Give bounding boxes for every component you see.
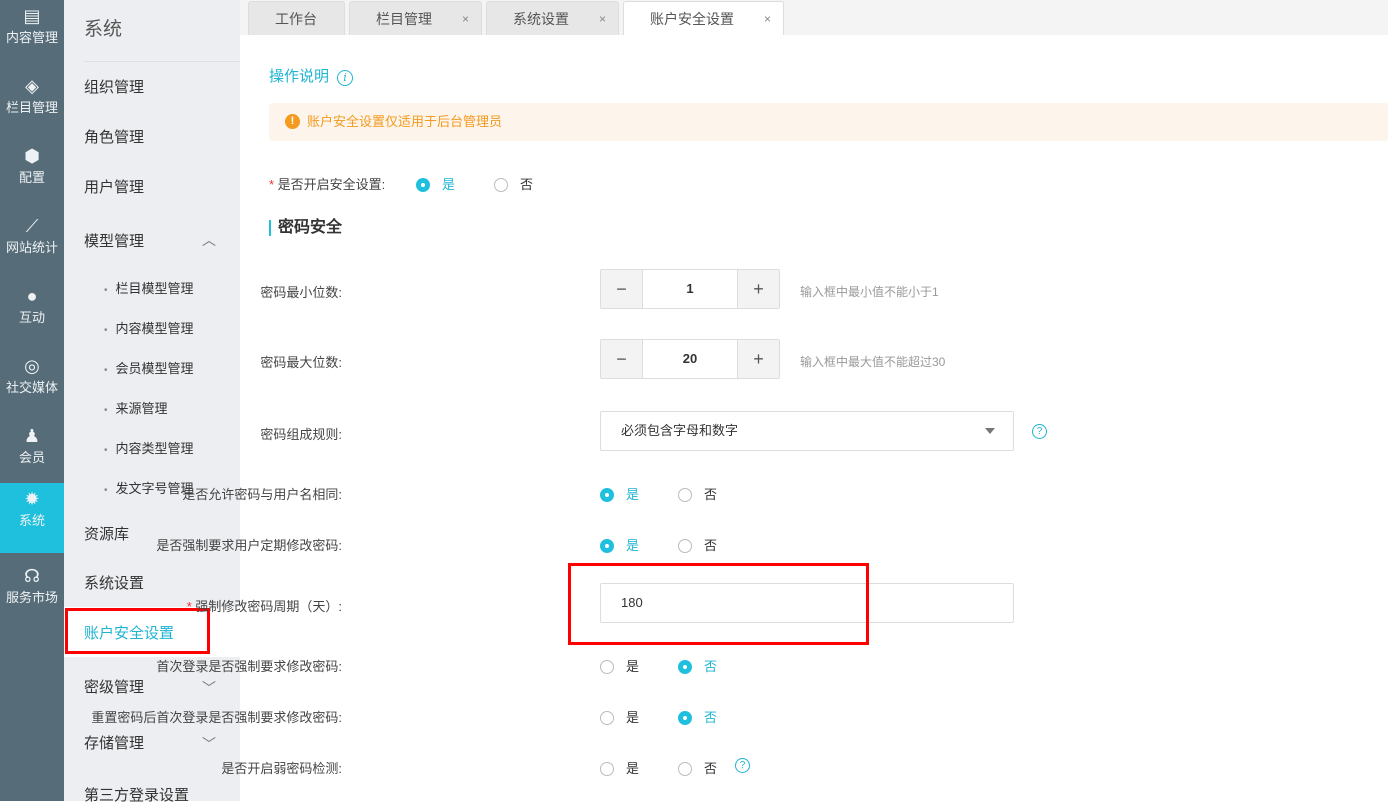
chevron-down-icon[interactable]: ﹀ bbox=[202, 678, 216, 698]
layers-icon: ◈ bbox=[25, 76, 39, 96]
icon-rail: ▤ 内容管理 ◈ 栏目管理 ⬢ 配置 ⟋ 网站统计 ● 互动 ◎ 社交媒体 ♟ 会员 ✹ 系统 … bbox=[0, 0, 64, 801]
period-label: * 强制修改密码周期（天）: bbox=[186, 599, 342, 614]
headset-icon: ☊ bbox=[24, 566, 40, 586]
sidebar-item-org[interactable]: 组织管理 bbox=[84, 76, 144, 97]
info-icon: i bbox=[337, 70, 354, 86]
sidebar-item-storage[interactable]: 存储管理 bbox=[84, 732, 144, 753]
force-change-label: 是否强制要求用户定期修改密码: bbox=[156, 538, 342, 553]
help-link[interactable]: 操作说明 i bbox=[269, 65, 354, 86]
warning-icon: ! bbox=[285, 114, 300, 129]
rail-social[interactable]: ◎ 社交媒体 bbox=[0, 350, 64, 420]
tab-system-settings[interactable]: 系统设置 × bbox=[486, 1, 619, 35]
sidebar-subitem[interactable]: 来源管理 bbox=[104, 398, 168, 417]
force-yes-radio[interactable]: 是 bbox=[600, 535, 639, 554]
enable-no-radio[interactable]: 否 bbox=[494, 174, 533, 193]
min-length-hint: 输入框中最小值不能小于1 bbox=[800, 285, 939, 299]
rail-stats[interactable]: ⟋ 网站统计 bbox=[0, 210, 64, 280]
tab-bar: 工作台 栏目管理 × 系统设置 × 账户安全设置 × bbox=[240, 0, 1388, 35]
member-icon: ♟ bbox=[23, 426, 41, 446]
chevron-up-icon[interactable]: ︿ bbox=[202, 230, 216, 250]
notice-banner: ! 账户安全设置仅适用于后台管理员 bbox=[269, 103, 1388, 141]
sidebar-subitem[interactable]: 内容模型管理 bbox=[104, 318, 194, 337]
sidebar-item-user[interactable]: 用户管理 bbox=[84, 176, 144, 197]
box-icon: ⬢ bbox=[24, 146, 40, 166]
max-length-input[interactable]: 20 bbox=[642, 340, 738, 378]
plus-button[interactable]: + bbox=[738, 340, 779, 378]
sidebar-subitem[interactable]: 会员模型管理 bbox=[104, 358, 194, 377]
close-icon[interactable]: × bbox=[599, 2, 606, 36]
max-length-label: 密码最大位数: bbox=[260, 355, 342, 370]
force-no-radio[interactable]: 否 bbox=[678, 535, 717, 554]
sidebar-item-system-settings[interactable]: 系统设置 bbox=[84, 572, 144, 593]
same-username-label: 是否允许密码与用户名相同: bbox=[182, 487, 342, 502]
tab-columns[interactable]: 栏目管理 × bbox=[349, 1, 482, 35]
tab-account-security[interactable]: 账户安全设置 × bbox=[623, 1, 784, 35]
rail-market[interactable]: ☊ 服务市场 bbox=[0, 560, 64, 630]
main-content: 操作说明 i ! 账户安全设置仅适用于后台管理员 * 是否开启安全设置: 是 否 密… bbox=[91, 35, 1388, 801]
chevron-down-icon[interactable]: ﹀ bbox=[202, 734, 216, 754]
plus-button[interactable]: + bbox=[738, 270, 779, 308]
max-length-hint: 输入框中最大值不能超过30 bbox=[800, 355, 946, 369]
section-title: 密码安全 bbox=[269, 220, 342, 236]
close-icon[interactable]: × bbox=[764, 2, 771, 36]
min-length-stepper[interactable]: −1 + bbox=[600, 269, 780, 309]
weak-yes-radio[interactable]: 是 bbox=[600, 758, 639, 777]
chart-icon: ⟋ bbox=[25, 216, 39, 236]
enable-yes-radio[interactable]: 是 bbox=[416, 174, 455, 193]
tab-workbench[interactable]: 工作台 bbox=[248, 1, 345, 35]
weak-no-radio[interactable]: 否 bbox=[678, 758, 717, 777]
sidebar-item-model[interactable]: 模型管理 bbox=[84, 230, 144, 251]
enable-label: * 是否开启安全设置: bbox=[269, 177, 386, 192]
minus-button[interactable]: − bbox=[601, 340, 642, 378]
sidebar-item-resources[interactable]: 资源库 bbox=[84, 523, 129, 544]
divider bbox=[84, 61, 240, 62]
sidebar-subitem[interactable]: 栏目模型管理 bbox=[104, 278, 194, 297]
caret-down-icon bbox=[985, 428, 995, 439]
min-length-input[interactable]: 1 bbox=[642, 270, 738, 308]
sidebar-title: 系统 bbox=[84, 19, 123, 40]
close-icon[interactable]: × bbox=[462, 2, 469, 36]
rail-columns[interactable]: ◈ 栏目管理 bbox=[0, 70, 64, 140]
reset-login-label: 重置密码后首次登录是否强制要求修改密码: bbox=[91, 710, 342, 725]
rail-config[interactable]: ⬢ 配置 bbox=[0, 140, 64, 210]
highlight-box bbox=[568, 563, 869, 645]
rail-member[interactable]: ♟ 会员 bbox=[0, 420, 64, 490]
rail-interact[interactable]: ● 互动 bbox=[0, 280, 64, 350]
document-icon: ▤ bbox=[23, 6, 41, 26]
help-icon[interactable]: ? bbox=[1032, 424, 1047, 439]
sidebar-subitem[interactable]: 内容类型管理 bbox=[104, 438, 194, 457]
minus-button[interactable]: − bbox=[601, 270, 642, 308]
gear-icon: ✹ bbox=[24, 489, 40, 509]
reset-no-radio[interactable]: 否 bbox=[678, 707, 717, 726]
rule-select[interactable]: 必须包含字母和数字 bbox=[600, 411, 1014, 451]
sidebar-subitem[interactable]: 发文字号管理 bbox=[104, 478, 194, 497]
social-icon: ◎ bbox=[24, 356, 40, 376]
first-no-radio[interactable]: 否 bbox=[678, 656, 717, 675]
first-login-label: 首次登录是否强制要求修改密码: bbox=[156, 659, 342, 674]
weak-check-label: 是否开启弱密码检测: bbox=[221, 761, 342, 776]
rail-system[interactable]: ✹ 系统 bbox=[0, 483, 64, 553]
reset-yes-radio[interactable]: 是 bbox=[600, 707, 639, 726]
sidebar-item-role[interactable]: 角色管理 bbox=[84, 126, 144, 147]
sidebar-item-classification[interactable]: 密级管理 bbox=[84, 676, 144, 697]
same-yes-radio[interactable]: 是 bbox=[600, 484, 639, 503]
rail-content[interactable]: ▤ 内容管理 bbox=[0, 0, 64, 70]
sidebar: 系统 组织管理 角色管理 用户管理 模型管理 ︿ 栏目模型管理 内容模型管理 会… bbox=[64, 0, 240, 804]
first-yes-radio[interactable]: 是 bbox=[600, 656, 639, 675]
max-length-stepper[interactable]: −20 + bbox=[600, 339, 780, 379]
help-icon[interactable]: ? bbox=[735, 758, 750, 773]
sidebar-item-third-party-login[interactable]: 第三方登录设置 bbox=[84, 784, 189, 805]
chat-icon: ● bbox=[26, 286, 38, 306]
same-no-radio[interactable]: 否 bbox=[678, 484, 717, 503]
rule-label: 密码组成规则: bbox=[260, 427, 342, 442]
min-length-label: 密码最小位数: bbox=[260, 285, 342, 300]
